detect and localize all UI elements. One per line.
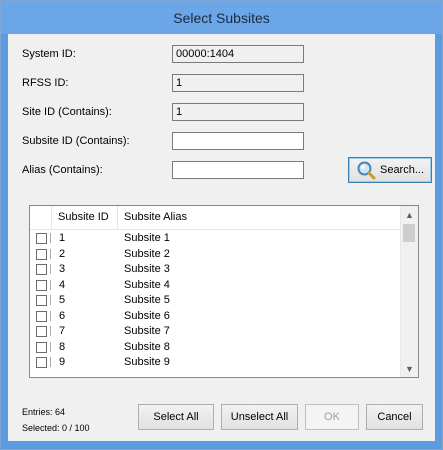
list-row[interactable]: 8 Subsite 8 — [30, 340, 402, 356]
cancel-button[interactable]: Cancel — [366, 404, 423, 430]
subsite-id-input[interactable] — [172, 132, 304, 150]
row-divider — [50, 233, 51, 243]
row-subsite-id: 2 — [59, 247, 66, 260]
row-subsite-id: 8 — [59, 340, 66, 353]
list-row[interactable]: 4 Subsite 4 — [30, 278, 402, 294]
row-divider — [50, 279, 51, 290]
list-rows: 1 Subsite 1 2 Subsite 2 3 Subsite 3 4 Subsit… — [30, 231, 402, 371]
row-checkbox[interactable] — [36, 357, 47, 368]
list-row[interactable]: 7 Subsite 7 — [30, 324, 402, 340]
row-subsite-alias: Subsite 3 — [124, 263, 170, 275]
site-id-field: 1 — [172, 103, 304, 121]
list-row[interactable]: 6 Subsite 6 — [30, 309, 402, 325]
row-divider — [50, 264, 51, 274]
row-subsite-alias: Subsite 1 — [124, 232, 170, 244]
row-subsite-id: 9 — [59, 356, 66, 368]
search-button-label: Search... — [379, 164, 425, 176]
site-id-label: Site ID (Contains): — [22, 106, 112, 118]
alias-label: Alias (Contains): — [22, 164, 103, 176]
row-checkbox[interactable] — [36, 341, 47, 353]
scroll-up-icon[interactable]: ▲ — [401, 206, 418, 223]
column-header-check[interactable] — [30, 206, 52, 229]
dialog-title: Select Subsites — [173, 9, 270, 26]
row-checkbox[interactable] — [36, 326, 47, 337]
subsite-id-label: Subsite ID (Contains): — [22, 135, 130, 147]
row-subsite-alias: Subsite 6 — [124, 309, 170, 322]
row-checkbox[interactable] — [36, 310, 47, 322]
entries-count: Entries: 64 — [22, 407, 66, 417]
row-subsite-id: 5 — [59, 294, 66, 306]
list-row[interactable]: 9 Subsite 9 — [30, 355, 402, 371]
row-subsite-alias: Subsite 7 — [124, 325, 170, 337]
column-header-subsite-alias[interactable]: Subsite Alias — [118, 206, 402, 229]
row-divider — [50, 295, 51, 305]
title-bar: Select Subsites — [1, 1, 442, 34]
ok-button[interactable]: OK — [305, 404, 359, 430]
unselect-all-button[interactable]: Unselect All — [221, 404, 298, 430]
rfss-id-label: RFSS ID: — [22, 77, 69, 89]
system-id-label: System ID: — [22, 48, 76, 60]
row-checkbox[interactable] — [36, 295, 47, 306]
selected-count: Selected: 0 / 100 — [22, 423, 90, 433]
alias-input[interactable] — [172, 161, 304, 179]
list-row[interactable]: 3 Subsite 3 — [30, 262, 402, 278]
row-subsite-id: 6 — [59, 309, 66, 322]
row-subsite-alias: Subsite 9 — [124, 356, 170, 368]
row-subsite-id: 4 — [59, 278, 66, 291]
dialog-window: Select Subsites System ID: 00000:1404 RF… — [0, 0, 443, 450]
select-all-button[interactable]: Select All — [138, 404, 214, 430]
scrollbar-thumb[interactable] — [403, 224, 415, 242]
list-row[interactable]: 5 Subsite 5 — [30, 293, 402, 309]
list-header: Subsite ID Subsite Alias — [30, 206, 402, 230]
list-row[interactable]: 1 Subsite 1 — [30, 231, 402, 247]
scroll-down-icon[interactable]: ▼ — [401, 360, 418, 377]
row-divider — [50, 341, 51, 352]
row-subsite-alias: Subsite 8 — [124, 340, 170, 353]
list-row[interactable]: 2 Subsite 2 — [30, 247, 402, 263]
row-divider — [50, 326, 51, 336]
row-divider — [50, 248, 51, 259]
row-subsite-id: 7 — [59, 325, 66, 337]
row-subsite-alias: Subsite 4 — [124, 278, 170, 291]
list-vertical-scrollbar[interactable]: ▲ ▼ — [400, 206, 418, 377]
row-subsite-alias: Subsite 5 — [124, 294, 170, 306]
rfss-id-field: 1 — [172, 74, 304, 92]
row-subsite-id: 1 — [59, 232, 66, 244]
row-subsite-alias: Subsite 2 — [124, 247, 170, 260]
subsite-list[interactable]: Subsite ID Subsite Alias 1 Subsite 1 2 Sub… — [29, 205, 419, 378]
row-checkbox[interactable] — [36, 248, 47, 260]
row-divider — [50, 310, 51, 321]
row-checkbox[interactable] — [36, 233, 47, 244]
search-button[interactable]: Search... — [348, 157, 432, 183]
magnifier-icon — [357, 161, 376, 180]
row-subsite-id: 3 — [59, 263, 66, 275]
dialog-client: System ID: 00000:1404 RFSS ID: 1 Site ID… — [8, 34, 435, 441]
system-id-field: 00000:1404 — [172, 45, 304, 63]
row-checkbox[interactable] — [36, 264, 47, 275]
row-checkbox[interactable] — [36, 279, 47, 291]
row-divider — [50, 357, 51, 367]
column-header-subsite-id[interactable]: Subsite ID — [52, 206, 118, 229]
